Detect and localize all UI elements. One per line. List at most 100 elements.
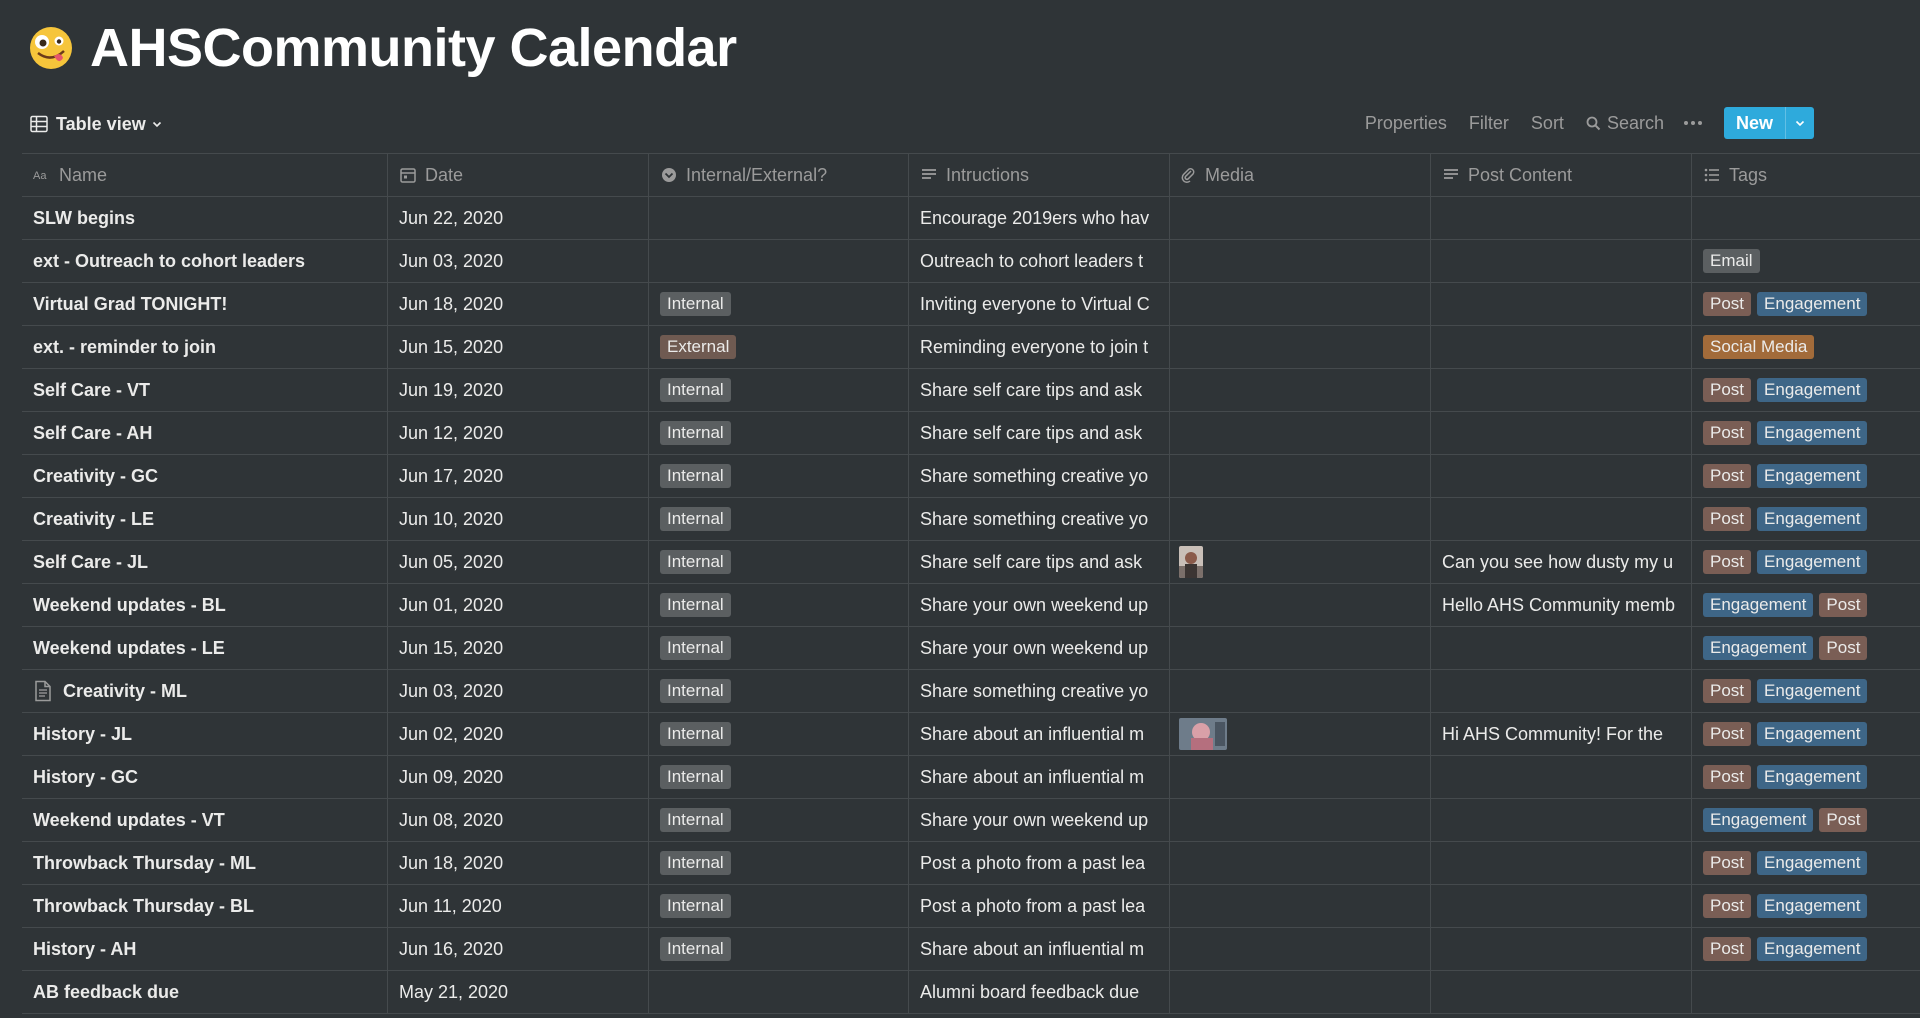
cell-media[interactable] [1170, 498, 1431, 540]
cell-name[interactable]: ext - Outreach to cohort leaders [22, 240, 388, 282]
cell-post-content[interactable] [1431, 197, 1692, 239]
cell-post-content[interactable] [1431, 842, 1692, 884]
cell-tags[interactable]: Post Engagement [1692, 928, 1920, 970]
cell-internal-external[interactable]: Internal [649, 713, 909, 755]
search-button[interactable]: Search [1586, 113, 1664, 134]
new-dropdown-button[interactable] [1785, 107, 1814, 139]
cell-name[interactable]: Weekend updates - VT [22, 799, 388, 841]
cell-tags[interactable]: Engagement Post [1692, 584, 1920, 626]
cell-instructions[interactable]: Share about an influential m [909, 713, 1170, 755]
row-title[interactable]: ext - Outreach to cohort leaders [33, 251, 305, 272]
cell-instructions[interactable]: Share about an influential m [909, 756, 1170, 798]
cell-internal-external[interactable]: Internal [649, 584, 909, 626]
cell-tags[interactable]: Post Engagement [1692, 756, 1920, 798]
cell-internal-external[interactable]: Internal [649, 412, 909, 454]
cell-media[interactable] [1170, 670, 1431, 712]
cell-post-content[interactable] [1431, 412, 1692, 454]
cell-post-content[interactable]: Hello AHS Community memb [1431, 584, 1692, 626]
cell-name[interactable]: Virtual Grad TONIGHT! [22, 283, 388, 325]
cell-instructions[interactable]: Alumni board feedback due [909, 971, 1170, 1013]
cell-date[interactable]: Jun 01, 2020 [388, 584, 649, 626]
cell-post-content[interactable] [1431, 885, 1692, 927]
cell-post-content[interactable] [1431, 928, 1692, 970]
cell-name[interactable]: SLW begins [22, 197, 388, 239]
cell-internal-external[interactable]: Internal [649, 670, 909, 712]
cell-date[interactable]: Jun 16, 2020 [388, 928, 649, 970]
cell-media[interactable] [1170, 455, 1431, 497]
cell-tags[interactable]: Post Engagement [1692, 283, 1920, 325]
cell-date[interactable]: Jun 22, 2020 [388, 197, 649, 239]
cell-internal-external[interactable]: Internal [649, 541, 909, 583]
cell-tags[interactable]: Post Engagement [1692, 541, 1920, 583]
cell-tags[interactable]: Post Engagement [1692, 842, 1920, 884]
table-row[interactable]: Virtual Grad TONIGHT! Jun 18, 2020 Interna… [22, 283, 1920, 326]
column-header-date[interactable]: Date [388, 154, 649, 196]
table-row[interactable]: Self Care - JL Jun 05, 2020 Internal Share … [22, 541, 1920, 584]
cell-media[interactable] [1170, 326, 1431, 368]
table-row[interactable]: Weekend updates - LE Jun 15, 2020 Internal… [22, 627, 1920, 670]
cell-internal-external[interactable]: Internal [649, 842, 909, 884]
cell-instructions[interactable]: Inviting everyone to Virtual C [909, 283, 1170, 325]
cell-instructions[interactable]: Reminding everyone to join t [909, 326, 1170, 368]
zany-face-emoji-icon[interactable] [28, 25, 74, 71]
cell-date[interactable]: Jun 17, 2020 [388, 455, 649, 497]
cell-tags[interactable]: Post Engagement [1692, 369, 1920, 411]
cell-media[interactable] [1170, 885, 1431, 927]
cell-internal-external[interactable] [649, 197, 909, 239]
sort-button[interactable]: Sort [1531, 113, 1564, 134]
cell-tags[interactable]: Post Engagement [1692, 455, 1920, 497]
cell-instructions[interactable]: Post a photo from a past lea [909, 885, 1170, 927]
cell-internal-external[interactable]: Internal [649, 799, 909, 841]
table-row[interactable]: Self Care - AH Jun 12, 2020 Internal Share … [22, 412, 1920, 455]
cell-instructions[interactable]: Encourage 2019ers who hav [909, 197, 1170, 239]
cell-tags[interactable]: Engagement Post [1692, 799, 1920, 841]
cell-date[interactable]: Jun 05, 2020 [388, 541, 649, 583]
cell-date[interactable]: Jun 19, 2020 [388, 369, 649, 411]
column-header-instructions[interactable]: Intructions [909, 154, 1170, 196]
cell-internal-external[interactable]: Internal [649, 498, 909, 540]
cell-date[interactable]: Jun 15, 2020 [388, 326, 649, 368]
cell-name[interactable]: Self Care - VT [22, 369, 388, 411]
cell-date[interactable]: Jun 02, 2020 [388, 713, 649, 755]
row-title[interactable]: Virtual Grad TONIGHT! [33, 294, 227, 315]
cell-media[interactable] [1170, 799, 1431, 841]
cell-name[interactable]: History - JL [22, 713, 388, 755]
table-row[interactable]: Throwback Thursday - BL Jun 11, 2020 Inter… [22, 885, 1920, 928]
cell-name[interactable]: Weekend updates - LE [22, 627, 388, 669]
properties-button[interactable]: Properties [1365, 113, 1447, 134]
cell-tags[interactable] [1692, 971, 1920, 1013]
cell-internal-external[interactable]: Internal [649, 885, 909, 927]
cell-instructions[interactable]: Share self care tips and ask [909, 541, 1170, 583]
cell-name[interactable]: Creativity - GC [22, 455, 388, 497]
media-thumbnail[interactable] [1179, 546, 1203, 578]
cell-tags[interactable]: Post Engagement [1692, 412, 1920, 454]
cell-instructions[interactable]: Share something creative yo [909, 670, 1170, 712]
cell-post-content[interactable] [1431, 498, 1692, 540]
cell-media[interactable] [1170, 842, 1431, 884]
table-row[interactable]: Self Care - VT Jun 19, 2020 Internal Share … [22, 369, 1920, 412]
cell-post-content[interactable]: Hi AHS Community! For the [1431, 713, 1692, 755]
more-options-icon[interactable] [1682, 112, 1704, 134]
cell-media[interactable] [1170, 584, 1431, 626]
cell-date[interactable]: Jun 12, 2020 [388, 412, 649, 454]
cell-name[interactable]: Throwback Thursday - ML [22, 842, 388, 884]
cell-tags[interactable]: Post Engagement [1692, 670, 1920, 712]
column-header-media[interactable]: Media [1170, 154, 1431, 196]
row-title[interactable]: Self Care - AH [33, 423, 152, 444]
view-switcher[interactable]: Table view [30, 108, 163, 140]
cell-instructions[interactable]: Share something creative yo [909, 455, 1170, 497]
cell-media[interactable] [1170, 928, 1431, 970]
table-row[interactable]: Creativity - ML Jun 03, 2020 Internal Share… [22, 670, 1920, 713]
row-title[interactable]: Weekend updates - VT [33, 810, 225, 831]
page-title[interactable]: AHSCommunity Calendar [90, 17, 737, 79]
row-title[interactable]: Throwback Thursday - BL [33, 896, 254, 917]
cell-tags[interactable]: Post Engagement [1692, 885, 1920, 927]
cell-tags[interactable]: Post Engagement [1692, 713, 1920, 755]
cell-name[interactable]: History - AH [22, 928, 388, 970]
cell-instructions[interactable]: Share your own weekend up [909, 627, 1170, 669]
cell-post-content[interactable] [1431, 240, 1692, 282]
cell-internal-external[interactable]: Internal [649, 928, 909, 970]
cell-date[interactable]: Jun 10, 2020 [388, 498, 649, 540]
cell-tags[interactable] [1692, 197, 1920, 239]
row-title[interactable]: Creativity - LE [33, 509, 154, 530]
